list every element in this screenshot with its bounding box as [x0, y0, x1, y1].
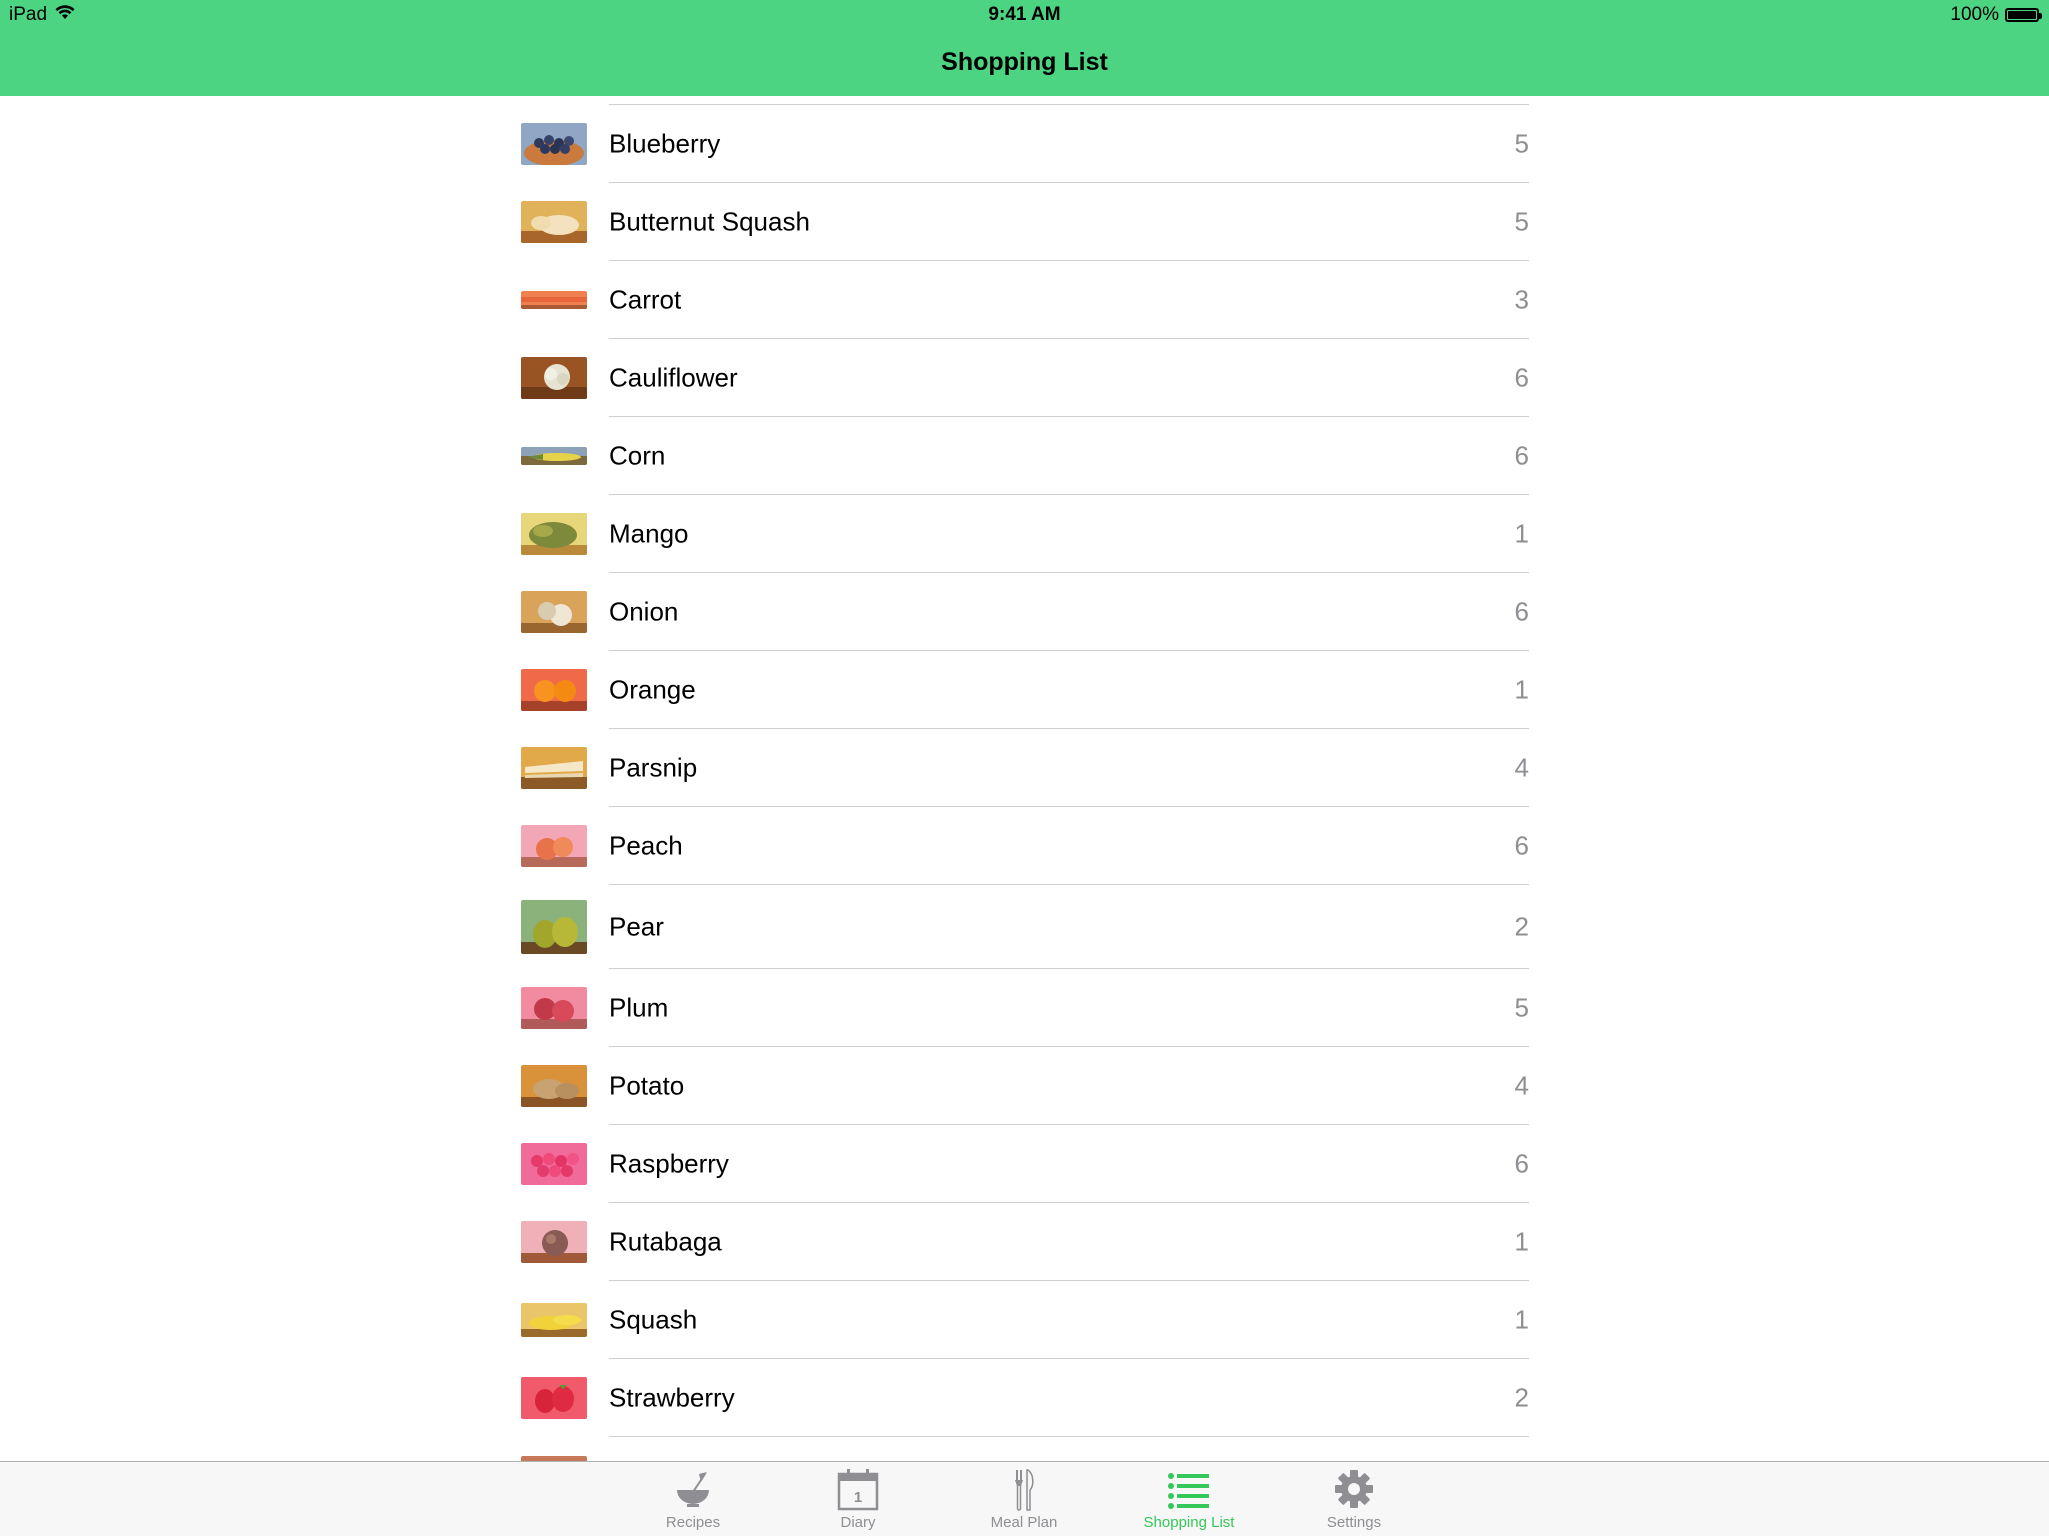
- list-item[interactable]: Peach 6: [521, 807, 1529, 885]
- item-name: Pear: [609, 911, 664, 942]
- item-name: Mango: [609, 518, 689, 549]
- item-thumbnail: [521, 201, 587, 243]
- list-item[interactable]: [521, 1437, 1529, 1461]
- gear-icon: [1332, 1468, 1376, 1512]
- item-count: 2: [1514, 1382, 1529, 1413]
- fork-knife-icon: [1002, 1468, 1046, 1512]
- item-name: Plum: [609, 992, 669, 1023]
- item-count: 5: [1514, 128, 1529, 159]
- item-name: Carrot: [609, 284, 682, 315]
- item-count: 6: [1514, 1148, 1529, 1179]
- calendar-day: 1: [854, 1489, 862, 1506]
- tab-diary[interactable]: 1 Diary: [783, 1462, 933, 1536]
- tab-label: Settings: [1326, 1514, 1382, 1531]
- item-count: 6: [1514, 596, 1529, 627]
- item-count: 4: [1514, 752, 1529, 783]
- item-count: 6: [1514, 362, 1529, 393]
- tab-settings[interactable]: Settings: [1279, 1462, 1429, 1536]
- battery-percent: 100%: [1950, 4, 1999, 25]
- item-name: Potato: [609, 1070, 685, 1101]
- item-name: Corn: [609, 440, 666, 471]
- item-thumbnail: [521, 1143, 587, 1185]
- list-item[interactable]: Parsnip 4: [521, 729, 1529, 807]
- item-thumbnail: [521, 123, 587, 165]
- item-thumbnail: [521, 447, 587, 465]
- list-item[interactable]: Potato 4: [521, 1047, 1529, 1125]
- item-count: 1: [1514, 1304, 1529, 1335]
- calendar-icon: 1: [836, 1468, 880, 1512]
- list-item[interactable]: Squash 1: [521, 1281, 1529, 1359]
- tab-meal-plan[interactable]: Meal Plan: [949, 1462, 1099, 1536]
- list-item[interactable]: Rutabaga 1: [521, 1203, 1529, 1281]
- navigation-header: iPad 9:41 AM 100% Shopping List: [0, 0, 2049, 96]
- item-thumbnail: [521, 357, 587, 399]
- tab-label: Diary: [840, 1514, 876, 1531]
- tab-label: Recipes: [665, 1514, 721, 1531]
- item-name: Peach: [609, 830, 683, 861]
- tab-label: Meal Plan: [990, 1514, 1058, 1531]
- item-count: 6: [1514, 830, 1529, 861]
- item-count: 1: [1514, 674, 1529, 705]
- screen: iPad 9:41 AM 100% Shopping List Blueberr…: [0, 0, 2049, 1536]
- list-item[interactable]: Mango 1: [521, 495, 1529, 573]
- item-thumbnail: [521, 1303, 587, 1337]
- list-icon: [1167, 1468, 1211, 1512]
- item-count: 1: [1514, 518, 1529, 549]
- item-thumbnail: [521, 591, 587, 633]
- list-item[interactable]: Strawberry 2: [521, 1359, 1529, 1437]
- list-item[interactable]: Butternut Squash 5: [521, 183, 1529, 261]
- battery-icon: [2005, 8, 2042, 22]
- shopping-list[interactable]: Blueberry 5 Butternut Squash 5 Carrot 3 …: [0, 96, 2049, 1461]
- item-thumbnail: [521, 987, 587, 1029]
- status-time: 9:41 AM: [988, 4, 1061, 25]
- list-item[interactable]: Pear 2: [521, 885, 1529, 969]
- item-thumbnail: [521, 747, 587, 789]
- tab-recipes[interactable]: Recipes: [618, 1462, 768, 1536]
- item-name: Onion: [609, 596, 679, 627]
- list-item[interactable]: Plum 5: [521, 969, 1529, 1047]
- list-item[interactable]: Onion 6: [521, 573, 1529, 651]
- item-count: 4: [1514, 1070, 1529, 1101]
- item-thumbnail: [521, 669, 587, 711]
- list-item[interactable]: Cauliflower 6: [521, 339, 1529, 417]
- item-name: Strawberry: [609, 1382, 735, 1413]
- item-thumbnail: [521, 825, 587, 867]
- item-thumbnail: [521, 1065, 587, 1107]
- item-name: Blueberry: [609, 128, 721, 159]
- item-thumbnail: [521, 291, 587, 309]
- item-name: Parsnip: [609, 752, 698, 783]
- mixing-bowl-icon: [671, 1468, 715, 1512]
- item-name: Raspberry: [609, 1148, 729, 1179]
- list-item[interactable]: Raspberry 6: [521, 1125, 1529, 1203]
- tab-shopping-list[interactable]: Shopping List: [1114, 1462, 1264, 1536]
- item-count: 5: [1514, 992, 1529, 1023]
- item-count: 2: [1514, 911, 1529, 942]
- list-item[interactable]: Blueberry 5: [521, 105, 1529, 183]
- page-title: Shopping List: [941, 48, 1108, 76]
- item-name: Orange: [609, 674, 696, 705]
- item-name: Squash: [609, 1304, 698, 1335]
- list-item[interactable]: Corn 6: [521, 417, 1529, 495]
- item-count: 6: [1514, 440, 1529, 471]
- list-item[interactable]: Carrot 3: [521, 261, 1529, 339]
- item-count: 3: [1514, 284, 1529, 315]
- list-item[interactable]: Orange 1: [521, 651, 1529, 729]
- tab-bar: Recipes 1 Diary Meal Plan Shopping List …: [0, 1461, 2049, 1536]
- item-name: Butternut Squash: [609, 206, 810, 237]
- item-name: Cauliflower: [609, 362, 738, 393]
- item-thumbnail: [521, 1377, 587, 1419]
- item-count: 1: [1514, 1226, 1529, 1257]
- item-thumbnail: [521, 513, 587, 555]
- status-bar-right: 100%: [1950, 4, 2042, 26]
- tab-label: Shopping List: [1143, 1514, 1235, 1531]
- item-thumbnail: [521, 1221, 587, 1263]
- item-name: Rutabaga: [609, 1226, 722, 1257]
- item-count: 5: [1514, 206, 1529, 237]
- item-thumbnail: [521, 900, 587, 954]
